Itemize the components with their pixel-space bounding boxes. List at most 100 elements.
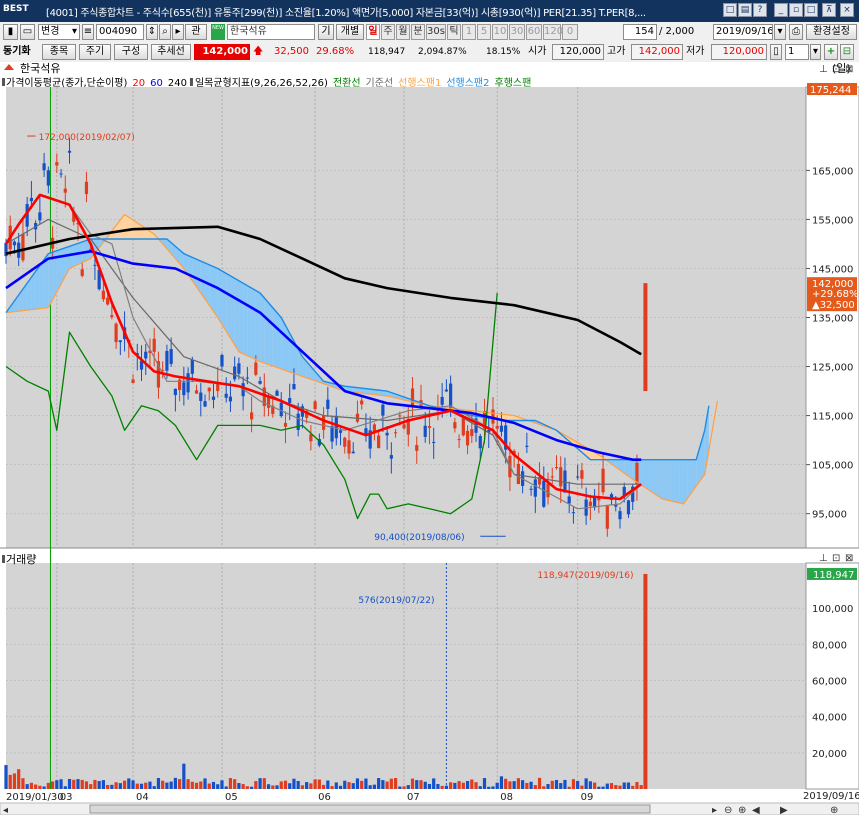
volume-bar — [550, 780, 554, 789]
volume-bar — [46, 782, 50, 789]
panel-control-icon[interactable]: ⊡ — [832, 553, 840, 564]
volume-bar — [537, 777, 542, 789]
screen-copy-button[interactable]: ▭ — [20, 24, 35, 40]
period-tab-5[interactable]: 틱 — [447, 24, 461, 40]
zoom-in-icon[interactable]: + — [824, 44, 838, 60]
open-price: 120,000 — [552, 44, 604, 60]
candle-body — [550, 476, 554, 478]
period-tab-9[interactable]: 30 — [509, 24, 525, 40]
high-annotation: 172,000(2019/02/07) — [39, 133, 135, 143]
pin-button[interactable]: ⊼ — [822, 3, 836, 17]
panel-control-icon[interactable]: ⊠ — [845, 64, 853, 75]
volume-bar — [410, 778, 415, 789]
scroll-control-icon[interactable]: ⊕ — [830, 805, 838, 815]
tab-compose[interactable]: 구성 — [114, 44, 148, 60]
candle-body — [228, 396, 233, 402]
gwan-button[interactable]: 관 — [185, 24, 207, 40]
candle-body — [567, 496, 571, 504]
period-tab-2[interactable]: 월 — [396, 24, 410, 40]
qty-select[interactable]: 1 — [785, 44, 809, 60]
gi-button[interactable]: 기 — [318, 24, 334, 40]
screen-toggle-button[interactable]: ▮ — [3, 24, 18, 40]
period-tab-7[interactable]: 5 — [477, 24, 491, 40]
volume-bar — [296, 780, 300, 789]
restore-button[interactable]: ▫ — [789, 3, 803, 17]
volume-bar — [474, 782, 478, 789]
play-icon[interactable]: ▸ — [172, 24, 184, 40]
period-tab-12[interactable]: 0 — [562, 24, 578, 40]
tab-stock[interactable]: 종목 — [42, 44, 76, 60]
volume-tick-label: 20,000 — [812, 749, 847, 760]
stock-code-input[interactable]: 004090 — [96, 24, 144, 40]
last-change-badge: ▲32,500 — [812, 300, 855, 311]
volume-tick-label: 60,000 — [812, 677, 847, 688]
volume-bar-last — [643, 573, 648, 789]
candle-body — [453, 422, 457, 429]
period-tab-3[interactable]: 분 — [411, 24, 425, 40]
minimize-button[interactable]: _ — [774, 3, 788, 17]
candle-body — [42, 163, 46, 171]
stock-chart[interactable]: 172,000(2019/02/07) 90,400(2019/08/06) 576… — [0, 62, 859, 815]
tab-period[interactable]: 주기 — [79, 44, 111, 60]
tab-trendline[interactable]: 추세선 — [151, 44, 191, 60]
doc-icon[interactable]: ▯ — [770, 44, 782, 60]
candle-body — [211, 396, 216, 400]
individual-button[interactable]: 개별 — [336, 24, 364, 40]
title-bar: BEST [4001] 주식종합차트 - 주식수[655(천)] 유통주[299… — [0, 0, 859, 22]
scroll-control-icon[interactable]: ▶ — [780, 805, 788, 815]
scroll-control-icon[interactable]: ◂ — [3, 805, 8, 815]
period-tab-6[interactable]: 1 — [462, 24, 476, 40]
volume-bar — [580, 785, 584, 789]
menu-icon[interactable]: ≡ — [82, 24, 94, 40]
scroll-control-icon[interactable]: ⊕ — [738, 805, 746, 815]
scroll-control-icon[interactable]: ◀ — [752, 805, 760, 815]
scroll-control-icon[interactable]: ⊖ — [724, 805, 732, 815]
qty-dropdown-icon[interactable]: ▾ — [810, 44, 821, 60]
ichimoku-cloud-segment — [653, 459, 659, 497]
period-tab-4[interactable]: 30s — [426, 24, 446, 40]
stock-name-field[interactable]: 한국석유 — [227, 24, 315, 40]
zoom-out-icon[interactable]: ⊟ — [840, 44, 854, 60]
period-tab-8[interactable]: 10 — [492, 24, 508, 40]
candle-body — [258, 380, 262, 384]
ichimoku-cloud-segment — [251, 288, 256, 360]
volume-bar — [377, 778, 381, 789]
search-icon[interactable]: ⌕ — [159, 24, 171, 40]
period-tab-10[interactable]: 60 — [526, 24, 542, 40]
ichimoku-cloud-segment — [662, 459, 667, 500]
candle-body — [495, 425, 499, 429]
calendar-icon[interactable]: ▾ — [774, 24, 786, 40]
low-price: 120,000 — [711, 44, 767, 60]
window-help-button[interactable]: ? — [753, 3, 767, 17]
panel-control-icon[interactable]: ⊠ — [845, 553, 853, 564]
scroll-control-icon[interactable]: ▸ — [712, 805, 717, 815]
high-price: 142,000 — [631, 44, 683, 60]
volume-bar — [161, 780, 165, 789]
period-tab-0[interactable]: 일 — [366, 24, 380, 40]
sync-label[interactable]: 동기화 — [3, 45, 31, 59]
candle-body — [334, 415, 338, 439]
window-link-button[interactable]: ▤ — [738, 3, 752, 17]
volume-bar — [436, 783, 440, 789]
panel-control-icon[interactable]: ⊡ — [832, 64, 840, 75]
volume-bar — [237, 783, 241, 789]
close-button[interactable]: × — [840, 3, 854, 17]
period-tab-11[interactable]: 120 — [543, 24, 563, 40]
panel-control-icon[interactable]: ⊥ — [819, 64, 828, 75]
print-icon[interactable]: ⎙ — [789, 24, 803, 40]
x-end-label: 2019/09/16 — [803, 791, 859, 802]
stepper-icon[interactable]: ⇕ — [146, 24, 158, 40]
ichimoku-cloud-segment — [670, 459, 676, 502]
volume-badge: 118,947 — [813, 570, 854, 581]
period-tab-1[interactable]: 주 — [381, 24, 395, 40]
change-select[interactable]: 변경 ▾ — [38, 24, 80, 40]
maximize-button[interactable]: □ — [804, 3, 818, 17]
count-input[interactable]: 154 — [623, 24, 657, 40]
window-menu-button[interactable]: □ — [723, 3, 737, 17]
volume-bar — [194, 782, 199, 789]
panel-control-icon[interactable]: ⊥ — [819, 553, 828, 564]
volume-bar — [178, 779, 182, 789]
settings-button[interactable]: 환경설정 — [806, 24, 857, 40]
date-input[interactable]: 2019/09/16 — [713, 24, 773, 40]
candle-body — [144, 351, 148, 359]
